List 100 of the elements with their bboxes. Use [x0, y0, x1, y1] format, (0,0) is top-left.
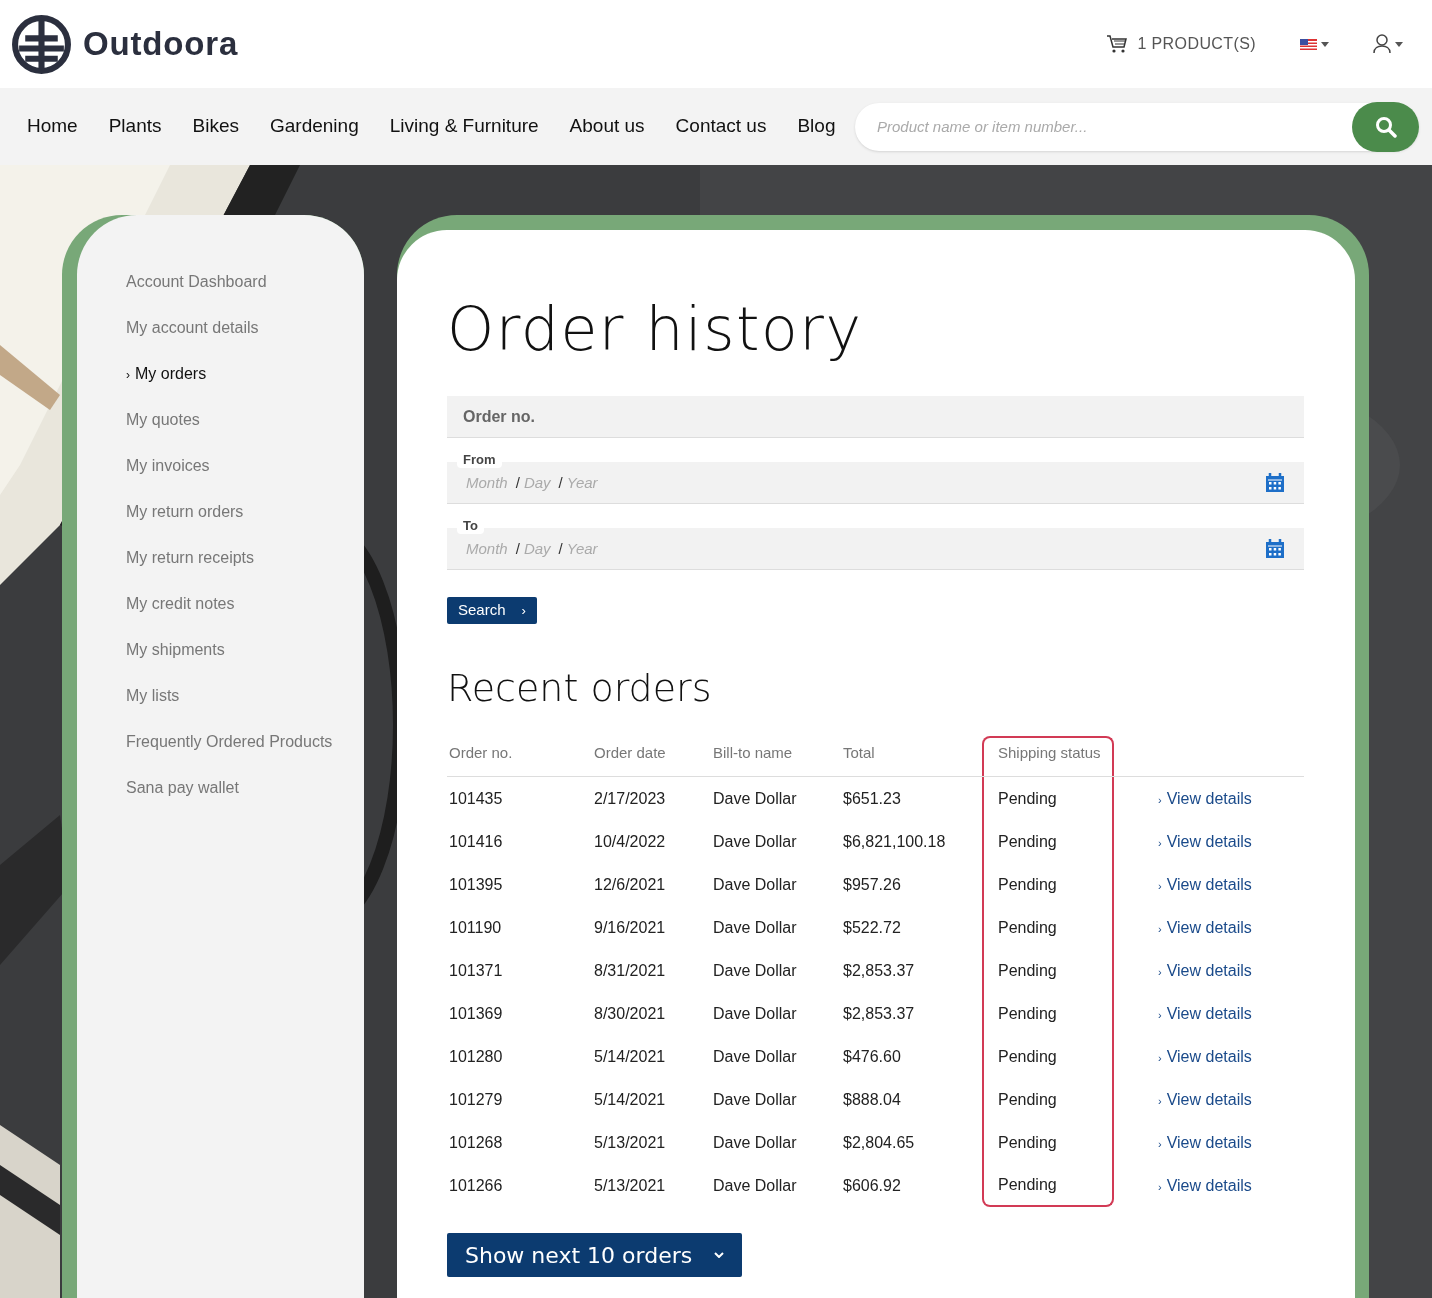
nav-link[interactable]: Gardening — [269, 112, 359, 141]
chevron-icon: › — [1158, 963, 1162, 980]
sidebar-link[interactable]: My lists — [126, 684, 364, 708]
chevron-icon: › — [1158, 1049, 1162, 1066]
column-header: Bill-to name — [713, 743, 793, 761]
search-button[interactable] — [1352, 101, 1419, 152]
sidebar-link[interactable]: My shipments — [126, 638, 364, 662]
logo-icon[interactable] — [11, 13, 72, 75]
table-cell-text: 5/14/2021 — [594, 1046, 666, 1067]
view-details-link[interactable]: › View details — [1158, 872, 1252, 897]
sidebar-link[interactable]: Account Dashboard — [126, 270, 364, 294]
sidebar-link[interactable]: Frequently Ordered Products — [126, 730, 364, 754]
show-more-button[interactable]: Show next 10 orders — [447, 1233, 743, 1277]
order-number-field[interactable]: Order no. — [447, 396, 1304, 438]
account-menu[interactable] — [1373, 34, 1403, 54]
table-cell-text: $2,804.65 — [843, 1132, 915, 1153]
table-cell-text: 10/4/2022 — [594, 831, 666, 852]
column-header: Total — [843, 743, 875, 761]
table-cell-text: 2/17/2023 — [594, 788, 666, 809]
table-cell-text: Dave Dollar — [713, 1089, 797, 1110]
cart-icon[interactable] — [1106, 34, 1129, 54]
sidebar-link[interactable]: Sana pay wallet — [126, 776, 364, 800]
sidebar-link[interactable]: My invoices — [126, 454, 364, 478]
calendar-icon[interactable] — [1265, 472, 1285, 493]
table-cell-text: Pending — [998, 1046, 1057, 1067]
table-cell-text: Dave Dollar — [713, 1175, 797, 1196]
table-cell-text: Pending — [998, 1089, 1057, 1110]
table-cell-text: 101369 — [449, 1003, 503, 1024]
chevron-icon: › — [1158, 791, 1162, 808]
table-cell-text: Pending — [998, 960, 1057, 981]
table-cell-text: $651.23 — [843, 788, 901, 809]
date-separator: / — [515, 473, 520, 494]
column-header: Order date — [594, 743, 666, 761]
table-cell-text: Pending — [998, 1003, 1057, 1024]
search-button[interactable]: Search › — [447, 597, 537, 624]
table-cell-text: 101268 — [449, 1132, 503, 1153]
sidebar-link[interactable]: › My orders — [126, 362, 364, 386]
table-cell-text: 101190 — [449, 917, 502, 938]
sidebar-link[interactable]: My quotes — [126, 408, 364, 432]
chevron-icon: › — [126, 366, 130, 384]
nav-link[interactable]: About us — [569, 112, 645, 141]
table-cell-text: 8/30/2021 — [594, 1003, 666, 1024]
view-details-link[interactable]: › View details — [1158, 786, 1252, 811]
chevron-icon: › — [521, 600, 526, 621]
cart-link[interactable]: 1 PRODUCT(S) — [1137, 32, 1256, 56]
view-details-link[interactable]: › View details — [1158, 958, 1252, 983]
table-cell-text: $957.26 — [843, 874, 901, 895]
flag-icon — [1300, 38, 1317, 50]
view-details-link[interactable]: › View details — [1158, 829, 1252, 854]
table-cell-text: $606.92 — [843, 1175, 901, 1196]
chevron-icon: › — [1158, 1178, 1162, 1195]
column-header: Shipping status — [998, 742, 1101, 763]
chevron-icon: › — [1158, 877, 1162, 894]
date-separator: / — [515, 539, 520, 560]
date-separator: / — [558, 473, 563, 494]
sidebar-link[interactable]: My account details — [126, 316, 364, 340]
date-placeholder: Day — [523, 473, 551, 494]
table-cell-text: Pending — [998, 874, 1057, 895]
column-header: Order no. — [449, 743, 513, 761]
table-cell-text: $6,821,100.18 — [843, 831, 946, 852]
view-details-link[interactable]: › View details — [1158, 1087, 1252, 1112]
view-details-link[interactable]: › View details — [1158, 1173, 1252, 1198]
table-cell-text: Dave Dollar — [713, 960, 797, 981]
nav-link[interactable]: Home — [27, 112, 78, 141]
calendar-icon[interactable] — [1265, 538, 1285, 559]
table-cell-text: 101371 — [449, 960, 503, 981]
view-details-link[interactable]: › View details — [1158, 915, 1252, 940]
table-cell-text: Pending — [998, 831, 1057, 852]
view-details-link[interactable]: › View details — [1158, 1044, 1252, 1069]
date-placeholder: Day — [523, 539, 551, 560]
table-cell-text: 101395 — [449, 874, 503, 895]
sidebar-link[interactable]: My return orders — [126, 500, 364, 524]
page-title: Order history — [447, 294, 864, 364]
chevron-down-icon — [714, 1252, 725, 1258]
nav-link[interactable]: Plants — [108, 112, 162, 141]
table-cell-text: $476.60 — [843, 1046, 901, 1067]
view-details-link[interactable]: › View details — [1158, 1130, 1252, 1155]
table-cell-text: $522.72 — [843, 917, 901, 938]
sidebar-link[interactable]: My return receipts — [126, 546, 364, 570]
chevron-icon: › — [1158, 920, 1162, 937]
view-details-link[interactable]: › View details — [1158, 1001, 1252, 1026]
sidebar-link[interactable]: My credit notes — [126, 592, 364, 616]
nav-link[interactable]: Blog — [797, 112, 836, 141]
chevron-icon: › — [1158, 1092, 1162, 1109]
nav-link[interactable]: Contact us — [675, 112, 767, 141]
table-cell-text: 101279 — [449, 1089, 503, 1110]
nav-link[interactable]: Bikes — [192, 112, 239, 141]
table-cell-text: 101280 — [449, 1046, 503, 1067]
user-icon — [1373, 34, 1391, 54]
table-cell-text: Dave Dollar — [713, 788, 797, 809]
table-cell-text: 12/6/2021 — [594, 874, 666, 895]
date-placeholder: Month — [466, 539, 508, 560]
table-cell-text: Pending — [998, 917, 1057, 938]
caret-icon — [1321, 41, 1329, 47]
language-selector[interactable] — [1300, 38, 1329, 50]
chevron-icon: › — [1158, 1135, 1162, 1152]
nav-link[interactable]: Living & Furniture — [389, 112, 539, 141]
brand-name[interactable]: Outdoora — [83, 19, 239, 69]
table-cell-text: $2,853.37 — [843, 1003, 915, 1024]
table-cell-text: Dave Dollar — [713, 917, 797, 938]
